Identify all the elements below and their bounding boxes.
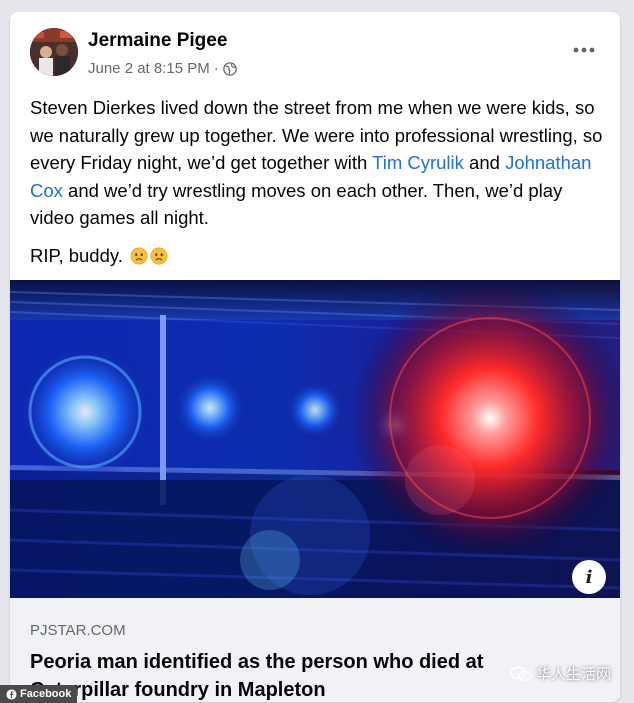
facebook-watermark-text: Facebook	[20, 688, 72, 700]
avatar-photo	[30, 28, 78, 76]
rip-text: RIP, buddy.	[30, 244, 123, 266]
post-text-part3: and we’d try wrestling moves on each oth…	[30, 179, 563, 229]
facebook-logo-icon	[6, 688, 17, 700]
meta-separator: ·	[213, 60, 219, 77]
link-preview-image[interactable]: i	[10, 280, 620, 598]
post-header: Jermaine Pigee June 2 at 8:15 PM ·	[10, 12, 620, 88]
screenshot-frame: Jermaine Pigee June 2 at 8:15 PM · Steve…	[0, 0, 634, 703]
post-text-part2: and	[463, 152, 506, 173]
globe-icon[interactable]	[222, 61, 237, 76]
link-title[interactable]: Peoria man identified as the person who …	[30, 648, 550, 702]
author-name[interactable]: Jermaine Pigee	[88, 30, 227, 52]
wechat-icon	[510, 666, 532, 681]
post-timestamp[interactable]: June 2 at 8:15 PM	[88, 60, 210, 77]
info-button[interactable]: i	[572, 560, 606, 594]
mention-tim-cyrulik[interactable]: Tim Cyrulik	[372, 152, 464, 173]
post-message: Steven Dierkes lived down the street fro…	[30, 94, 610, 269]
wechat-watermark: 华人生活网	[510, 663, 611, 684]
watermark-chinese-text: 华人生活网	[536, 666, 612, 683]
facebook-watermark: Facebook	[0, 685, 78, 703]
facebook-post-card: Jermaine Pigee June 2 at 8:15 PM · Steve…	[10, 12, 620, 702]
link-domain: PJSTAR.COM	[30, 622, 126, 639]
post-paragraph: Steven Dierkes lived down the street fro…	[30, 94, 610, 232]
more-options-button[interactable]	[566, 36, 602, 64]
police-lights-photo	[10, 280, 620, 598]
post-meta: June 2 at 8:15 PM ·	[88, 60, 237, 77]
post-rip-line: RIP, buddy.	[30, 242, 610, 270]
avatar[interactable]	[30, 28, 78, 76]
link-preview[interactable]: PJSTAR.COM Peoria man identified as the …	[10, 598, 620, 702]
ellipsis-icon	[573, 47, 595, 53]
frowning-face-icon	[150, 247, 168, 264]
frowning-face-icon	[130, 247, 148, 264]
